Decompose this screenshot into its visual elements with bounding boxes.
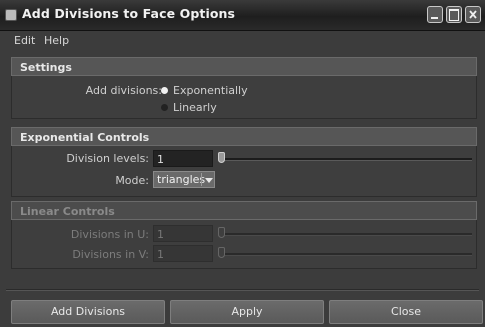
divisions-u-slider-thumb[interactable] [218,227,225,238]
radio-linearly-label[interactable]: Linearly [173,101,217,114]
menu-bar: Edit Help [0,31,485,51]
linear-controls-body: Divisions in U: 1 Divisions in V: 1 [11,220,477,269]
close-icon [469,10,477,19]
divisions-v-slider-thumb[interactable] [218,247,225,258]
chevron-down-icon [205,178,213,183]
mode-label: Mode: [115,174,149,187]
title-bar[interactable]: Add Divisions to Face Options [0,0,485,31]
divisions-u-label: Divisions in U: [70,228,149,241]
add-divisions-label: Add divisions: [85,84,162,97]
add-divisions-button[interactable]: Add Divisions [11,300,165,324]
divisions-u-field[interactable]: 1 [153,225,213,242]
division-levels-slider[interactable] [218,158,472,161]
division-levels-field[interactable]: 1 [153,150,213,167]
exponential-controls-frame: Exponential Controls Division levels: 1 … [11,127,477,197]
divisions-u-slider[interactable] [218,233,472,236]
maximize-icon [449,9,459,21]
window-title: Add Divisions to Face Options [22,6,236,21]
mode-dropdown-value: triangles [157,173,206,186]
radio-linearly[interactable] [161,104,168,111]
division-levels-slider-thumb[interactable] [218,152,225,163]
minimize-button[interactable] [427,6,443,23]
divisions-v-slider[interactable] [218,253,472,256]
mode-dropdown[interactable]: triangles [153,171,215,188]
exponential-controls-header[interactable]: Exponential Controls [11,127,477,146]
mode-dropdown-separator [201,173,202,186]
close-button[interactable] [465,6,481,23]
settings-frame: Settings Add divisions: Exponentially Li… [11,57,477,119]
menu-edit[interactable]: Edit [14,34,35,47]
minimize-icon [431,17,438,19]
divisions-v-field[interactable]: 1 [153,245,213,262]
apply-button[interactable]: Apply [170,300,324,324]
linear-controls-frame: Linear Controls Divisions in U: 1 Divisi… [11,201,477,269]
close-dialog-button[interactable]: Close [329,300,483,324]
app-icon [5,9,17,21]
settings-header[interactable]: Settings [11,57,477,76]
menu-help[interactable]: Help [44,34,69,47]
bottom-separator [6,289,479,291]
linear-controls-header[interactable]: Linear Controls [11,201,477,220]
radio-exponentially[interactable] [161,87,168,94]
radio-exponentially-label[interactable]: Exponentially [173,84,248,97]
division-levels-label: Division levels: [66,152,149,165]
settings-body: Add divisions: Exponentially Linearly [11,76,477,119]
maximize-button[interactable] [446,6,462,23]
exponential-controls-body: Division levels: 1 Mode: triangles [11,146,477,197]
divisions-v-label: Divisions in V: [72,248,149,261]
